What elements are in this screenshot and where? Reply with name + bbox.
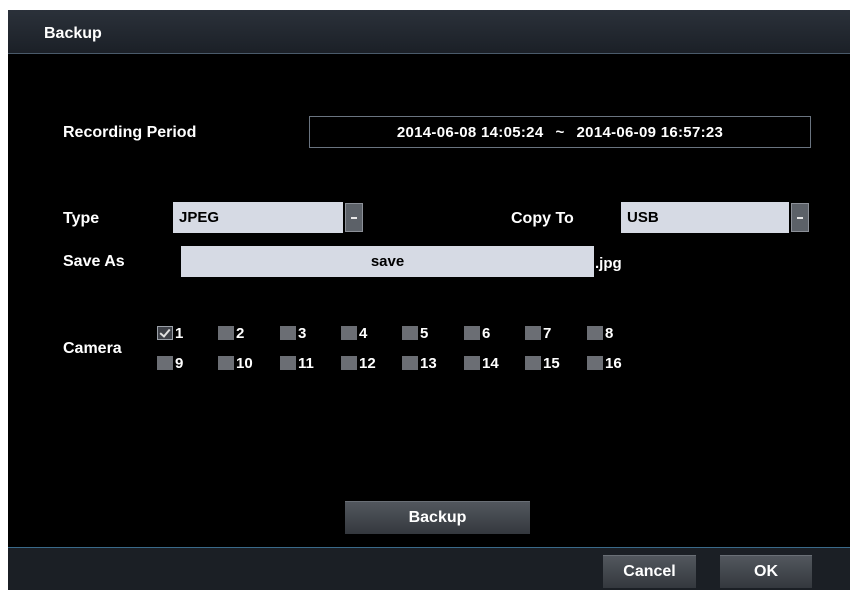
period-separator: ~ bbox=[555, 123, 565, 141]
camera-number: 13 bbox=[420, 354, 437, 372]
camera-checkbox[interactable]: 7 bbox=[525, 324, 552, 342]
camera-checkbox[interactable]: 10 bbox=[218, 354, 253, 372]
checkbox-icon[interactable] bbox=[218, 326, 234, 340]
camera-number: 5 bbox=[420, 324, 429, 342]
checkbox-icon[interactable] bbox=[525, 326, 541, 340]
camera-checkbox[interactable]: 1 bbox=[157, 324, 184, 342]
type-label: Type bbox=[63, 210, 100, 227]
recording-period-label: Recording Period bbox=[63, 124, 197, 141]
camera-number: 16 bbox=[605, 354, 622, 372]
file-extension: .jpg bbox=[595, 255, 622, 272]
camera-checkbox[interactable]: 5 bbox=[402, 324, 429, 342]
cancel-button[interactable]: Cancel bbox=[603, 555, 696, 588]
camera-label: Camera bbox=[63, 340, 122, 357]
checkbox-icon[interactable] bbox=[280, 356, 296, 370]
camera-checkbox[interactable]: 2 bbox=[218, 324, 245, 342]
camera-checkbox[interactable]: 13 bbox=[402, 354, 437, 372]
camera-number: 1 bbox=[175, 324, 184, 342]
camera-number: 7 bbox=[543, 324, 552, 342]
checkbox-icon[interactable] bbox=[525, 356, 541, 370]
checkbox-icon[interactable] bbox=[402, 326, 418, 340]
copy-to-dropdown-button[interactable] bbox=[791, 203, 809, 232]
recording-period-field[interactable]: 2014-06-08 14:05:24 ~ 2014-06-09 16:57:2… bbox=[309, 116, 811, 148]
period-end: 2014-06-09 16:57:23 bbox=[576, 123, 724, 141]
camera-checkbox[interactable]: 11 bbox=[280, 354, 314, 372]
chevron-down-icon bbox=[797, 216, 803, 219]
checkbox-icon[interactable] bbox=[402, 356, 418, 370]
camera-number: 11 bbox=[298, 354, 314, 372]
camera-checkbox[interactable]: 16 bbox=[587, 354, 622, 372]
camera-number: 14 bbox=[482, 354, 499, 372]
copy-to-select[interactable]: USB bbox=[621, 202, 789, 233]
checkbox-icon[interactable] bbox=[464, 326, 480, 340]
save-as-input[interactable]: save bbox=[181, 246, 594, 277]
checkbox-icon[interactable] bbox=[587, 326, 603, 340]
checkbox-icon[interactable] bbox=[587, 356, 603, 370]
camera-checkbox[interactable]: 3 bbox=[280, 324, 307, 342]
checkbox-icon[interactable] bbox=[157, 356, 173, 370]
camera-checkbox[interactable]: 4 bbox=[341, 324, 368, 342]
camera-number: 15 bbox=[543, 354, 560, 372]
camera-number: 9 bbox=[175, 354, 184, 372]
checkbox-icon[interactable] bbox=[341, 326, 357, 340]
type-select[interactable]: JPEG bbox=[173, 202, 343, 233]
camera-checkbox[interactable]: 15 bbox=[525, 354, 560, 372]
camera-number: 4 bbox=[359, 324, 368, 342]
backup-button[interactable]: Backup bbox=[345, 501, 530, 534]
save-as-label: Save As bbox=[63, 253, 125, 270]
type-dropdown-button[interactable] bbox=[345, 203, 363, 232]
checkbox-icon[interactable] bbox=[464, 356, 480, 370]
camera-number: 12 bbox=[359, 354, 376, 372]
dialog-title: Backup bbox=[44, 25, 102, 42]
camera-checkbox[interactable]: 14 bbox=[464, 354, 499, 372]
camera-checkbox[interactable]: 6 bbox=[464, 324, 491, 342]
camera-number: 2 bbox=[236, 324, 245, 342]
checkbox-icon[interactable] bbox=[280, 326, 296, 340]
period-start: 2014-06-08 14:05:24 bbox=[396, 123, 544, 141]
chevron-down-icon bbox=[351, 216, 357, 219]
ok-button[interactable]: OK bbox=[720, 555, 812, 588]
copy-to-label: Copy To bbox=[511, 210, 574, 227]
camera-number: 6 bbox=[482, 324, 491, 342]
camera-checkbox[interactable]: 8 bbox=[587, 324, 614, 342]
camera-number: 3 bbox=[298, 324, 307, 342]
camera-number: 10 bbox=[236, 354, 253, 372]
checkbox-icon[interactable] bbox=[218, 356, 234, 370]
camera-checkbox[interactable]: 12 bbox=[341, 354, 376, 372]
camera-checkbox[interactable]: 9 bbox=[157, 354, 184, 372]
title-bar bbox=[8, 10, 850, 54]
camera-number: 8 bbox=[605, 324, 614, 342]
checkbox-icon[interactable] bbox=[341, 356, 357, 370]
checkbox-checked-icon[interactable] bbox=[157, 326, 173, 340]
